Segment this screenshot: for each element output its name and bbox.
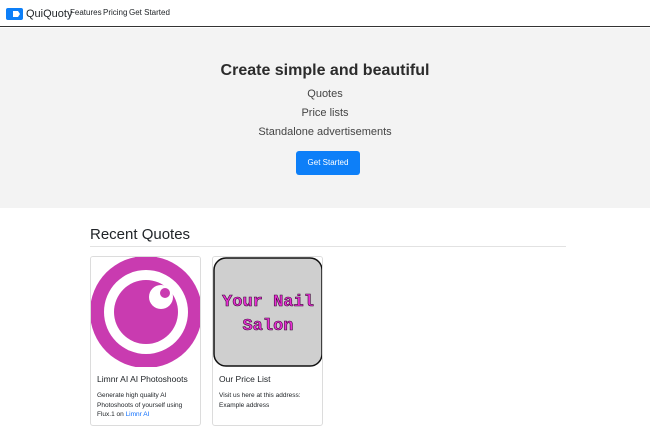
card-text: Visit us here at this address: Example a… [219,392,301,409]
get-started-button[interactable]: Get Started [296,151,360,175]
limnr-link[interactable]: Limnr AI [126,411,150,418]
logo-circle-icon [91,257,200,367]
navbar: QuiQuoty Features Pricing Get Started [0,0,650,27]
nail-salon-image: Your Nail Salon [213,257,322,367]
image-text-line-1: Your Nail [222,293,314,312]
hero-title: Create simple and beautiful [220,62,430,79]
hero-section: Create simple and beautiful Quotes Price… [0,28,650,208]
brand-name: QuiQuoty [26,8,73,20]
nav-link-get-started[interactable]: Get Started [129,7,170,19]
quote-card-price-list[interactable]: Your Nail Salon Our Price List Visit us … [212,256,323,426]
hero-item-quotes: Quotes [307,88,343,100]
brand[interactable]: QuiQuoty [6,7,72,21]
image-text-line-2: Salon [242,317,293,336]
quote-card-limnr[interactable]: Limnr AI AI Photoshoots Generate high qu… [90,256,201,426]
card-title: Limnr AI AI Photoshoots [97,374,188,384]
nav-link-features[interactable]: Features [70,7,102,19]
section-divider [90,246,566,247]
recent-quotes-heading: Recent Quotes [90,226,191,243]
tag-logo-icon [6,8,23,20]
hero-item-advertisements: Standalone advertisements [258,126,392,138]
hero-item-price-lists: Price lists [301,107,349,119]
nav-link-pricing[interactable]: Pricing [103,7,127,19]
card-text: Generate high quality AI Photoshoots of … [97,392,183,418]
card-title: Our Price List [219,374,271,384]
